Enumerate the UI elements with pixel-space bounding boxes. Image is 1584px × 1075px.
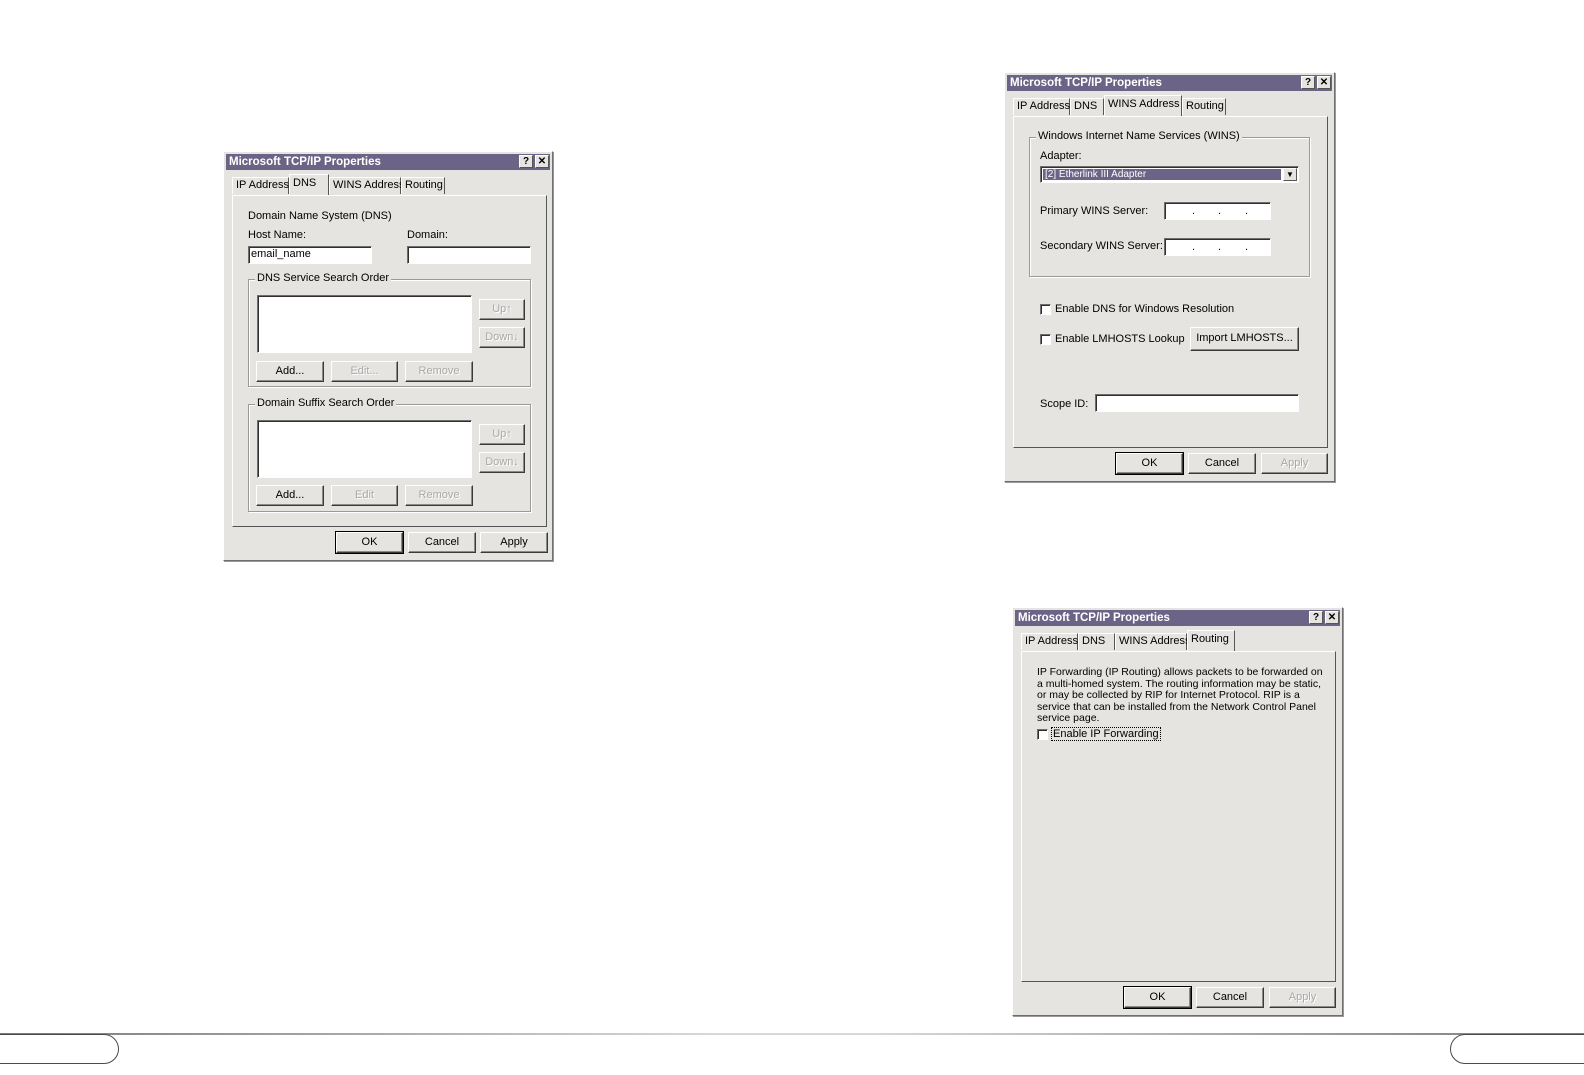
tab-ip-address[interactable]: IP Address [232, 177, 289, 194]
primary-wins-field[interactable]: ... [1164, 202, 1271, 220]
close-icon[interactable]: ✕ [1317, 76, 1331, 89]
chevron-down-icon[interactable]: ▼ [1283, 168, 1297, 181]
tab-ip-address[interactable]: IP Address [1013, 98, 1070, 115]
adapter-select[interactable]: [2] Etherlink III Adapter ▼ [1040, 166, 1299, 183]
suffix-remove-button[interactable]: Remove [405, 485, 473, 506]
dns-dialog-titlebar[interactable]: Microsoft TCP/IP Properties ? ✕ [226, 154, 550, 170]
primary-wins-label: Primary WINS Server: [1040, 205, 1149, 217]
tab-dns[interactable]: DNS [1070, 98, 1104, 115]
enable-lmhosts-checkbox[interactable] [1040, 334, 1051, 345]
suffix-edit-button[interactable]: Edit [331, 485, 398, 506]
apply-button[interactable]: Apply [480, 532, 548, 553]
close-icon[interactable]: ✕ [535, 155, 549, 168]
host-name-field[interactable]: email_name [248, 246, 372, 264]
suffix-add-button[interactable]: Add... [256, 485, 324, 506]
routing-description: IP Forwarding (IP Routing) allows packet… [1037, 666, 1323, 724]
help-button[interactable]: ? [1301, 76, 1315, 89]
adapter-selected-value: [2] Etherlink III Adapter [1042, 168, 1282, 181]
enable-ip-forwarding-label[interactable]: Enable IP Forwarding [1051, 727, 1161, 741]
domain-suffix-search-order-group: Domain Suffix Search Order Up↑ Down↓ Add… [248, 397, 531, 512]
domain-suffix-list[interactable] [257, 420, 472, 478]
wins-group: Windows Internet Name Services (WINS) Ad… [1029, 130, 1310, 277]
enable-dns-checkbox[interactable] [1040, 304, 1051, 315]
apply-button[interactable]: Apply [1269, 987, 1336, 1008]
dns-section-title: Domain Name System (DNS) [248, 210, 392, 222]
routing-dialog-titlebar[interactable]: Microsoft TCP/IP Properties ? ✕ [1015, 610, 1340, 626]
cancel-button[interactable]: Cancel [1188, 453, 1256, 474]
dns-service-group-label: DNS Service Search Order [255, 272, 392, 284]
ok-button[interactable]: OK [1123, 986, 1192, 1009]
footer-right-tab [1450, 1034, 1584, 1064]
help-button[interactable]: ? [519, 155, 533, 168]
dns-dialog: Microsoft TCP/IP Properties ? ✕ IP Addre… [223, 151, 553, 561]
footer-rule [0, 1033, 1584, 1035]
cancel-button[interactable]: Cancel [1196, 987, 1264, 1008]
enable-ip-forwarding-checkbox[interactable] [1037, 729, 1048, 740]
wins-dialog: Microsoft TCP/IP Properties ? ✕ IP Addre… [1004, 72, 1335, 482]
tab-wins-address[interactable]: WINS Address [1115, 633, 1191, 650]
domain-label: Domain: [407, 229, 448, 241]
apply-button[interactable]: Apply [1261, 453, 1328, 474]
tab-ip-address[interactable]: IP Address [1021, 633, 1078, 650]
domain-suffix-group-label: Domain Suffix Search Order [255, 397, 397, 409]
dns-up-button[interactable]: Up↑ [479, 299, 525, 320]
tab-wins-address[interactable]: WINS Address [329, 177, 405, 194]
dns-service-search-order-group: DNS Service Search Order Up↑ Down↓ Add..… [248, 272, 531, 387]
dns-edit-button[interactable]: Edit... [331, 361, 398, 382]
routing-dialog-title: Microsoft TCP/IP Properties [1018, 612, 1170, 624]
dns-dialog-title: Microsoft TCP/IP Properties [229, 156, 381, 168]
wins-dialog-title: Microsoft TCP/IP Properties [1010, 77, 1162, 89]
tab-routing[interactable]: Routing [1187, 630, 1235, 651]
tab-dns[interactable]: DNS [1078, 633, 1115, 650]
dns-down-button[interactable]: Down↓ [479, 327, 525, 348]
cancel-button[interactable]: Cancel [408, 532, 476, 553]
footer-left-tab [0, 1034, 119, 1064]
enable-dns-label[interactable]: Enable DNS for Windows Resolution [1055, 303, 1234, 315]
tab-dns[interactable]: DNS [289, 174, 329, 195]
enable-lmhosts-label[interactable]: Enable LMHOSTS Lookup [1055, 333, 1185, 345]
scope-id-label: Scope ID: [1040, 398, 1089, 410]
domain-field[interactable] [407, 246, 531, 264]
tab-routing[interactable]: Routing [401, 177, 445, 194]
close-icon[interactable]: ✕ [1325, 611, 1339, 624]
host-name-label: Host Name: [248, 229, 307, 241]
secondary-wins-label: Secondary WINS Server: [1040, 240, 1163, 252]
secondary-wins-field[interactable]: ... [1164, 238, 1271, 256]
suffix-down-button[interactable]: Down↓ [479, 452, 525, 473]
ok-button[interactable]: OK [335, 531, 404, 554]
wins-group-label: Windows Internet Name Services (WINS) [1036, 130, 1242, 142]
wins-dialog-titlebar[interactable]: Microsoft TCP/IP Properties ? ✕ [1007, 75, 1332, 91]
scope-id-field[interactable] [1095, 394, 1299, 412]
routing-dialog: Microsoft TCP/IP Properties ? ✕ IP Addre… [1012, 607, 1343, 1016]
tab-routing[interactable]: Routing [1182, 98, 1226, 115]
ok-button[interactable]: OK [1115, 452, 1184, 475]
suffix-up-button[interactable]: Up↑ [479, 424, 525, 445]
adapter-label: Adapter: [1040, 150, 1082, 162]
dns-remove-button[interactable]: Remove [405, 361, 473, 382]
tab-wins-address[interactable]: WINS Address [1104, 95, 1182, 116]
import-lmhosts-button[interactable]: Import LMHOSTS... [1190, 327, 1299, 351]
help-button[interactable]: ? [1309, 611, 1323, 624]
dns-add-button[interactable]: Add... [256, 361, 324, 382]
dns-service-list[interactable] [257, 295, 472, 353]
